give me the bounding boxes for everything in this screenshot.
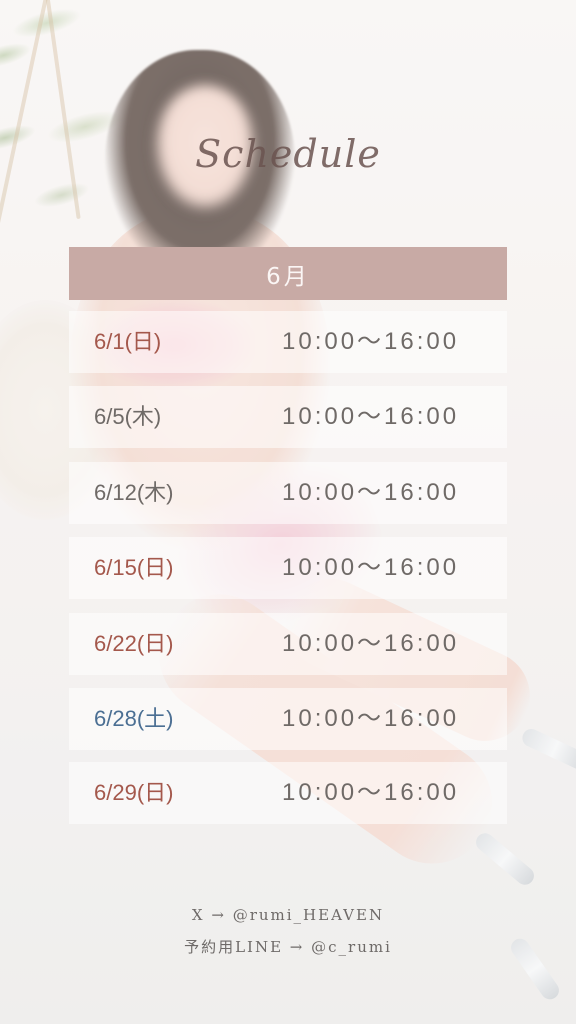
schedule-time: 10:00〜16:00 <box>282 328 460 355</box>
schedule-row: 6/22(日) 10:00〜16:00 <box>69 613 507 675</box>
schedule-title: Schedule <box>195 132 381 176</box>
schedule-row: 6/15(日) 10:00〜16:00 <box>69 537 507 599</box>
schedule-row: 6/1(日) 10:00〜16:00 <box>69 311 507 373</box>
schedule-time: 10:00〜16:00 <box>282 479 460 506</box>
schedule-time: 10:00〜16:00 <box>282 705 460 732</box>
month-label: 6月 <box>266 263 310 290</box>
schedule-date: 6/15(日) <box>94 555 174 580</box>
schedule-time: 10:00〜16:00 <box>282 403 460 430</box>
schedule-row: 6/29(日) 10:00〜16:00 <box>69 762 507 824</box>
schedule-date: 6/28(土) <box>94 706 174 731</box>
schedule-time: 10:00〜16:00 <box>282 630 460 657</box>
line-account-line: 予約用LINE → @c_rumi <box>184 938 392 956</box>
x-account-line: X → @rumi_HEAVEN <box>191 906 385 924</box>
schedule-time: 10:00〜16:00 <box>282 779 460 806</box>
schedule-row: 6/12(木) 10:00〜16:00 <box>69 462 507 524</box>
schedule-date: 6/5(木) <box>94 404 162 429</box>
schedule-row: 6/5(木) 10:00〜16:00 <box>69 386 507 448</box>
schedule-time: 10:00〜16:00 <box>282 554 460 581</box>
schedule-row: 6/28(土) 10:00〜16:00 <box>69 688 507 750</box>
schedule-date: 6/12(木) <box>94 480 174 505</box>
schedule-date: 6/29(日) <box>94 780 174 805</box>
schedule-date: 6/1(日) <box>94 329 162 354</box>
schedule-date: 6/22(日) <box>94 631 174 656</box>
month-header: 6月 <box>69 247 507 300</box>
